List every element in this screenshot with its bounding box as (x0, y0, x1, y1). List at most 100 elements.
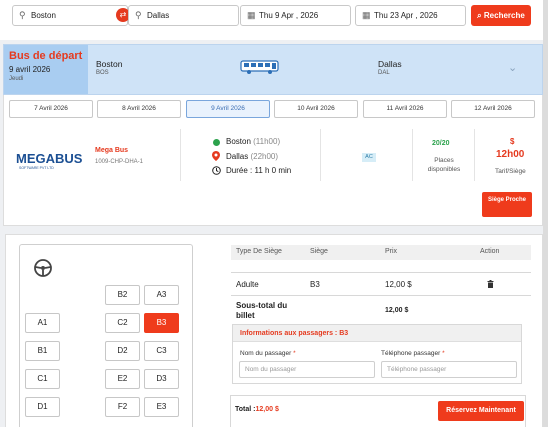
passenger-phone-input[interactable] (381, 361, 517, 378)
total-label: Total :12,00 $ (235, 406, 279, 413)
travel-date-value: Thu 9 Apr , 2026 (259, 11, 319, 20)
row-seat-type: Adulte (236, 280, 259, 289)
origin-city: Boston (96, 59, 123, 69)
duration: Durée : 11 h 0 min (226, 166, 292, 175)
date-tab[interactable]: 11 Avril 2026 (363, 100, 447, 118)
passenger-name-input[interactable] (239, 361, 375, 378)
seat-c1[interactable]: C1 (25, 369, 60, 389)
currency-symbol: $ (510, 137, 515, 146)
clock-icon (212, 166, 221, 175)
departure-box: Bus de départ 9 avril 2026 Jeudi (4, 45, 88, 94)
total-label-text: Total : (235, 406, 256, 413)
passenger-name-label-text: Nom du passager (240, 350, 292, 357)
search-icon: ⌕ (477, 11, 482, 20)
row-price: 12,00 $ (385, 280, 412, 289)
trip-header[interactable]: Bus de départ 9 avril 2026 Jeudi Boston … (3, 44, 543, 95)
date-tab[interactable]: 9 Avril 2026 (186, 100, 270, 118)
bus-card: MEGABUS SOFTWARE PVT LTD Mega Bus 1009-C… (3, 123, 543, 226)
row-divider (231, 272, 531, 273)
col-action: Action (480, 248, 500, 255)
seat-map: B2 A3 A1 C2 B3 B1 D2 C3 C1 E2 D3 D1 F2 E3 (19, 244, 193, 427)
map-pin-icon (212, 151, 220, 161)
bus-code: 1009-CHP-DHA-1 (95, 159, 144, 165)
calendar-icon: ▦ (362, 10, 371, 20)
logo-text: MEGABUS (16, 151, 83, 166)
dest-code: DAL (378, 70, 390, 76)
dest-city: Dallas (378, 59, 402, 69)
arrival-stop: Dallas (22h00) (226, 152, 278, 161)
date-tab[interactable]: 10 Avril 2026 (274, 100, 358, 118)
return-date-value: Thu 23 Apr , 2026 (374, 11, 438, 20)
amenity-badge: AC (362, 153, 376, 162)
megabus-logo: MEGABUS SOFTWARE PVT LTD (16, 151, 83, 170)
origin-code: BOS (96, 70, 109, 76)
departure-time: (11h00) (253, 137, 281, 146)
arrival-city: Dallas (226, 152, 249, 161)
reserve-now-button[interactable]: Réservez Maintenant (438, 401, 524, 421)
trip-day: Jeudi (9, 76, 24, 82)
departure-stop: Boston (11h00) (226, 137, 280, 146)
required-mark: * (442, 350, 445, 357)
chevron-down-icon[interactable]: ⌄ (508, 61, 517, 74)
steering-wheel-icon (34, 259, 52, 277)
passenger-phone-label-text: Téléphone passager (381, 350, 441, 357)
logo-subtext: SOFTWARE PVT LTD (19, 166, 54, 170)
divider (320, 129, 321, 181)
seat-c3[interactable]: C3 (144, 341, 179, 361)
subtotal-value: 12,00 $ (385, 307, 409, 314)
passenger-name-label: Nom du passager * (240, 350, 296, 357)
total-value: 12,00 $ (255, 406, 279, 413)
seat-c2[interactable]: C2 (105, 313, 140, 333)
date-tab[interactable]: 8 Avril 2026 (97, 100, 181, 118)
scrollbar[interactable] (543, 0, 548, 427)
trip-title: Bus de départ (9, 50, 83, 62)
operator-name: Mega Bus (95, 147, 129, 154)
seat-f2[interactable]: F2 (105, 397, 140, 417)
subtotal-label: Sous-total du billet (236, 301, 288, 320)
col-seat: Siège (310, 248, 328, 255)
passenger-info-title: Informations aux passagers : B3 (233, 325, 521, 342)
trash-icon[interactable] (487, 280, 494, 288)
seat-b1[interactable]: B1 (25, 341, 60, 361)
seats-available-count: 20/20 (432, 140, 450, 147)
divider (474, 129, 475, 181)
to-field[interactable]: ⚲ Dallas (128, 5, 239, 26)
fare-price: 12h00 (496, 149, 525, 160)
seat-d1[interactable]: D1 (25, 397, 60, 417)
col-seat-type: Type De Siège (236, 248, 282, 255)
seat-e3[interactable]: E3 (144, 397, 179, 417)
seat-a3[interactable]: A3 (144, 285, 179, 305)
calendar-icon: ▦ (247, 10, 256, 20)
close-seat-button[interactable]: Siège Proche (482, 192, 532, 217)
seat-a1[interactable]: A1 (25, 313, 60, 333)
search-button[interactable]: ⌕ Recherche (471, 5, 531, 26)
row-divider (231, 295, 531, 296)
search-bar: ⚲ Boston ⇄ ⚲ Dallas ▦ Thu 9 Apr , 2026 ▦… (0, 0, 548, 40)
from-value: Boston (31, 11, 56, 20)
divider (412, 129, 413, 181)
date-tab[interactable]: 7 Avril 2026 (9, 100, 93, 118)
seat-d2[interactable]: D2 (105, 341, 140, 361)
total-bar: Total :12,00 $ Réservez Maintenant (230, 395, 526, 427)
seat-e2[interactable]: E2 (105, 369, 140, 389)
seat-d3[interactable]: D3 (144, 369, 179, 389)
date-tab[interactable]: 12 Avril 2026 (451, 100, 535, 118)
travel-date-field[interactable]: ▦ Thu 9 Apr , 2026 (240, 5, 351, 26)
location-pin-icon: ⚲ (135, 10, 142, 20)
divider (180, 129, 181, 181)
search-button-label: Recherche (483, 11, 525, 20)
seat-b2[interactable]: B2 (105, 285, 140, 305)
bus-icon (240, 60, 279, 74)
return-date-field[interactable]: ▦ Thu 23 Apr , 2026 (355, 5, 466, 26)
seats-available-label: Places disponibles (427, 157, 461, 173)
date-tabs: 7 Avril 2026 8 Avril 2026 9 Avril 2026 10 A… (3, 95, 543, 123)
from-field[interactable]: ⚲ Boston (12, 5, 128, 26)
col-price: Prix (385, 248, 398, 255)
passenger-info-form: Informations aux passagers : B3 Nom du p… (232, 324, 522, 384)
arrival-time: (22h00) (250, 152, 279, 161)
row-seat: B3 (310, 280, 320, 289)
trip-date: 9 avril 2026 (9, 65, 51, 74)
fare-label: Tarif/Siège (495, 168, 526, 175)
seat-b3[interactable]: B3 (144, 313, 179, 333)
location-pin-icon: ⚲ (19, 10, 26, 20)
